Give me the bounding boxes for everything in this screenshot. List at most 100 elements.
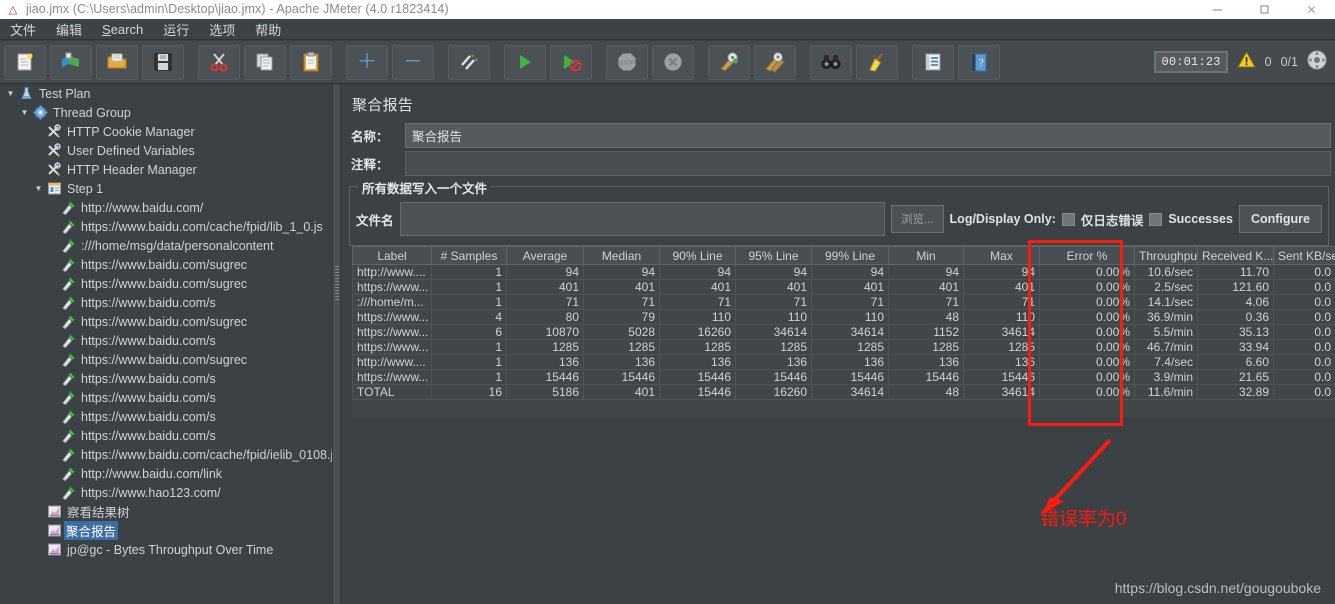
aggregate-results-table[interactable]: Label # Samples Average Median 90% Line 95% L… (352, 246, 1335, 411)
table-row[interactable]: https://www... 1 15446 15446 15446 15446 15446… (352, 369, 1335, 385)
expand-chevron-icon[interactable]: ▼ (4, 89, 17, 98)
comment-input[interactable] (405, 151, 1331, 176)
new-button[interactable] (4, 44, 46, 80)
tree-node[interactable]: 聚合报告 (0, 521, 332, 540)
split-pane-divider[interactable] (332, 84, 341, 604)
menu-run[interactable]: 运行 (153, 18, 199, 41)
menu-options[interactable]: 选项 (199, 18, 245, 41)
column-header[interactable]: Min (888, 246, 964, 265)
remote-node-icon[interactable] (1307, 50, 1327, 75)
table-cell: 3.9/min (1134, 369, 1198, 385)
tree-node[interactable]: https://www.baidu.com/s (0, 331, 332, 350)
column-header[interactable]: # Samples (431, 246, 507, 265)
table-row[interactable]: http://www.... 1 94 94 94 94 94 94 94 0.00% 10.6/s… (352, 264, 1335, 280)
tree-node[interactable]: https://www.hao123.com/ (0, 483, 332, 502)
tree-node[interactable]: https://www.baidu.com/cache/fpid/ielib_0… (0, 445, 332, 464)
tree-node[interactable]: https://www.baidu.com/s (0, 407, 332, 426)
minimize-button[interactable] (1194, 0, 1241, 19)
tree-node[interactable]: https://www.baidu.com/sugrec (0, 312, 332, 331)
search-button[interactable] (810, 44, 852, 80)
open-button[interactable] (96, 44, 138, 80)
tree-node[interactable]: https://www.baidu.com/s (0, 369, 332, 388)
templates-button[interactable] (50, 44, 92, 80)
expand-chevron-icon[interactable]: ▼ (32, 184, 45, 193)
tree-node[interactable]: ▼ Thread Group (0, 103, 332, 122)
table-cell: 110 (659, 309, 736, 325)
tree-node[interactable]: User Defined Variables (0, 141, 332, 160)
table-row[interactable]: https://www... 1 401 401 401 401 401 401 401 0.00… (352, 279, 1335, 295)
column-header[interactable]: Received K... (1197, 246, 1274, 265)
cut-button[interactable] (198, 44, 240, 80)
table-cell: 94 (659, 264, 736, 280)
clear-all-button[interactable] (754, 44, 796, 80)
tree-node[interactable]: https://www.baidu.com/sugrec (0, 274, 332, 293)
column-header[interactable]: 95% Line (735, 246, 812, 265)
table-cell: 136 (506, 354, 584, 370)
tree-node-label: 聚合报告 (64, 521, 119, 540)
tree-node[interactable]: jp@gc - Bytes Throughput Over Time (0, 540, 332, 559)
testplan-icon (17, 86, 36, 101)
table-row[interactable]: https://www... 4 80 79 110 110 110 48 110 0.00% 36… (352, 309, 1335, 325)
expand-button[interactable]: ＋ (346, 44, 388, 80)
tree-node[interactable]: 察看结果树 (0, 502, 332, 521)
tree-node[interactable]: :///home/msg/data/personalcontent (0, 236, 332, 255)
tree-node-label: https://www.baidu.com/s (81, 333, 216, 348)
expand-chevron-icon[interactable]: ▼ (18, 108, 31, 117)
controller-icon (45, 181, 64, 196)
column-header[interactable]: Max (963, 246, 1040, 265)
table-row[interactable]: :///home/m... 1 71 71 71 71 71 71 71 0.00% 14.1/se… (352, 294, 1335, 310)
reset-search-button[interactable] (856, 44, 898, 80)
name-input[interactable]: 聚合报告 (405, 123, 1331, 148)
column-header[interactable]: Average (506, 246, 584, 265)
tree-node[interactable]: http://www.baidu.com/link (0, 464, 332, 483)
start-no-pauses-button[interactable] (550, 44, 592, 80)
tree-node[interactable]: https://www.baidu.com/sugrec (0, 350, 332, 369)
close-button[interactable] (1288, 0, 1335, 19)
tree-node[interactable]: HTTP Header Manager (0, 160, 332, 179)
table-row[interactable]: https://www... 6 10870 5028 16260 34614 34614 1… (352, 324, 1335, 340)
column-header[interactable]: 90% Line (659, 246, 736, 265)
successes-checkbox[interactable] (1149, 212, 1163, 226)
tree-node[interactable]: HTTP Cookie Manager (0, 122, 332, 141)
tree-node[interactable]: ▼ Step 1 (0, 179, 332, 198)
tree-node[interactable]: ▼ Test Plan (0, 84, 332, 103)
errors-only-checkbox[interactable] (1061, 212, 1075, 226)
start-button[interactable] (504, 44, 546, 80)
menu-bar: 文件 编辑 Search 运行 选项 帮助 (0, 19, 1335, 40)
shutdown-button[interactable] (652, 44, 694, 80)
table-row[interactable]: TOTAL 16 5186 401 15446 16260 34614 48 34614 0.00… (352, 384, 1335, 400)
column-header[interactable]: 99% Line (811, 246, 889, 265)
configure-button[interactable]: Configure (1238, 205, 1322, 233)
tree-node[interactable]: https://www.baidu.com/s (0, 293, 332, 312)
column-header[interactable]: Sent KB/sec (1273, 246, 1335, 265)
warning-triangle-icon[interactable] (1236, 50, 1256, 74)
function-helper-button[interactable] (912, 44, 954, 80)
column-header[interactable]: Error % (1039, 246, 1135, 265)
save-button[interactable] (142, 44, 184, 80)
tree-node[interactable]: https://www.baidu.com/s (0, 426, 332, 445)
stop-button[interactable]: STOP (606, 44, 648, 80)
menu-edit[interactable]: 编辑 (46, 18, 92, 41)
copy-button[interactable] (244, 44, 286, 80)
clear-button[interactable] (708, 44, 750, 80)
table-row[interactable]: https://www... 1 1285 1285 1285 1285 1285 1285 1… (352, 339, 1335, 355)
tree-node[interactable]: https://www.baidu.com/s (0, 388, 332, 407)
column-header[interactable]: Throughput (1134, 246, 1198, 265)
toggle-button[interactable] (448, 44, 490, 80)
menu-search[interactable]: Search (92, 20, 153, 39)
tree-node[interactable]: https://www.baidu.com/cache/fpid/lib_1_0… (0, 217, 332, 236)
maximize-button[interactable] (1241, 0, 1288, 19)
help-button[interactable]: ? (958, 44, 1000, 80)
browse-button[interactable]: 浏览... (890, 205, 944, 233)
menu-help[interactable]: 帮助 (245, 18, 291, 41)
tree-node[interactable]: https://www.baidu.com/sugrec (0, 255, 332, 274)
tree-node[interactable]: http://www.baidu.com/ (0, 198, 332, 217)
menu-file[interactable]: 文件 (0, 18, 46, 41)
collapse-button[interactable]: － (392, 44, 434, 80)
test-plan-tree[interactable]: ▼ Test Plan ▼ Thread Group HTTP Cookie Manag… (0, 84, 332, 604)
column-header[interactable]: Median (583, 246, 660, 265)
filename-input[interactable] (399, 202, 885, 236)
column-header[interactable]: Label (352, 246, 432, 265)
paste-button[interactable] (290, 44, 332, 80)
table-row[interactable]: http://www.... 1 136 136 136 136 136 136 136 0.00… (352, 354, 1335, 370)
